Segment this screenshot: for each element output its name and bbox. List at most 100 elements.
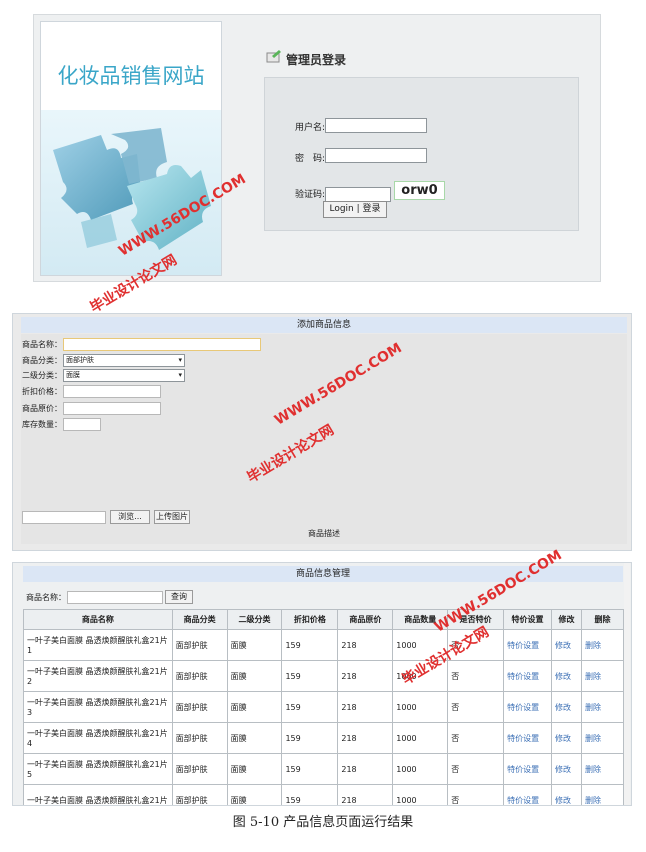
table-row: 一叶子美白面膜 晶透焕颜醒肤礼盒21片5 面部护肤 面膜 159 218 1000 否特价设… <box>23 753 625 785</box>
table-cell: 218 <box>337 722 394 754</box>
login-button[interactable]: Login | 登录 <box>323 201 387 218</box>
table-cell: 面部护肤 <box>171 660 228 692</box>
edit-link[interactable]: 修改 <box>551 784 582 805</box>
column-header: 商品名称 <box>23 609 173 630</box>
search-button[interactable]: 查询 <box>165 590 193 604</box>
category-value: 面部护肤 <box>66 356 94 364</box>
special-price-link[interactable]: 特价设置 <box>503 629 552 661</box>
table-row: 一叶子美白面膜 晶透焕颜醒肤礼盒21片3 面部护肤 面膜 159 218 1000 否特价设… <box>23 691 625 723</box>
description-label: 商品描述 <box>308 529 340 538</box>
table-cell: 面部护肤 <box>171 629 228 661</box>
search-input[interactable] <box>67 591 163 604</box>
delete-link[interactable]: 删除 <box>580 753 625 785</box>
subcategory-value: 面膜 <box>66 371 80 379</box>
captcha-input[interactable] <box>325 187 391 202</box>
edit-link[interactable]: 修改 <box>551 660 582 692</box>
chevron-down-icon: ▾ <box>178 356 182 364</box>
table-cell: 159 <box>281 784 339 805</box>
search-label: 商品名称： <box>26 593 66 602</box>
add-product-screenshot: 添加商品信息 商品名称： 商品分类： 面部护肤 ▾ 二级分类： 面膜 ▾ 折扣价… <box>12 313 632 551</box>
table-cell: 1000 <box>392 691 449 723</box>
category-select[interactable]: 面部护肤 ▾ <box>63 354 185 367</box>
table-cell: 面膜 <box>226 753 283 785</box>
table-cell: 面部护肤 <box>171 753 228 785</box>
file-path-input[interactable] <box>22 511 106 524</box>
table-cell: 159 <box>281 660 339 692</box>
column-header: 折扣价格 <box>281 609 339 630</box>
add-product-title: 添加商品信息 <box>21 317 627 333</box>
table-cell: 218 <box>337 660 394 692</box>
table-cell: 一叶子美白面膜 晶透焕颜醒肤礼盒21片4 <box>23 722 173 754</box>
subcategory-select[interactable]: 面膜 ▾ <box>63 369 185 382</box>
column-header: 商品数量 <box>392 609 449 630</box>
table-cell: 面膜 <box>226 629 283 661</box>
column-header: 商品分类 <box>171 609 228 630</box>
table-header: 商品名称 商品分类 二级分类 折扣价格 商品原价 商品数量 是否特价 特价设置 修改 删除 <box>23 609 625 630</box>
column-header: 修改 <box>551 609 582 630</box>
edit-link[interactable]: 修改 <box>551 753 582 785</box>
name-label: 商品名称： <box>22 340 62 349</box>
table-cell: 面部护肤 <box>171 784 228 805</box>
upload-button[interactable]: 上传图片 <box>154 510 190 524</box>
subcategory-label: 二级分类： <box>22 371 62 380</box>
table-body: 一叶子美白面膜 晶透焕颜醒肤礼盒21片1 面部护肤 面膜 159 218 1000 否特价设… <box>23 629 625 805</box>
column-header: 删除 <box>580 609 625 630</box>
table-cell: 1000 <box>392 660 449 692</box>
delete-link[interactable]: 删除 <box>580 691 625 723</box>
table-cell: 159 <box>281 629 339 661</box>
delete-link[interactable]: 删除 <box>580 722 625 754</box>
special-price-link[interactable]: 特价设置 <box>503 753 552 785</box>
table-cell: 面膜 <box>226 660 283 692</box>
delete-link[interactable]: 删除 <box>580 660 625 692</box>
table-cell: 面膜 <box>226 784 283 805</box>
site-title: 化妆品销售网站 <box>57 64 205 88</box>
table-cell: 159 <box>281 753 339 785</box>
discount-input[interactable] <box>63 385 161 398</box>
special-price-link[interactable]: 特价设置 <box>503 691 552 723</box>
table-cell: 218 <box>337 753 394 785</box>
table-cell: 否 <box>447 629 505 661</box>
stock-input[interactable] <box>63 418 101 431</box>
table-cell: 159 <box>281 722 339 754</box>
username-input[interactable] <box>325 118 427 133</box>
special-price-link[interactable]: 特价设置 <box>503 722 552 754</box>
delete-link[interactable]: 删除 <box>580 629 625 661</box>
table-cell: 否 <box>447 722 505 754</box>
price-input[interactable] <box>63 402 161 415</box>
table-cell: 否 <box>447 753 505 785</box>
table-cell: 否 <box>447 691 505 723</box>
special-price-link[interactable]: 特价设置 <box>503 784 552 805</box>
table-cell: 面膜 <box>226 722 283 754</box>
table-cell: 一叶子美白面膜 晶透焕颜醒肤礼盒21片2 <box>23 660 173 692</box>
stock-label: 库存数量： <box>22 420 62 429</box>
add-product-form: 商品名称： 商品分类： 面部护肤 ▾ 二级分类： 面膜 ▾ 折扣价格： 商品原价… <box>21 334 627 544</box>
captcha-image[interactable]: orw0 <box>394 181 445 200</box>
edit-link[interactable]: 修改 <box>551 691 582 723</box>
table-row: 一叶子美白面膜 晶透焕颜醒肤礼盒21片2 面部护肤 面膜 159 218 1000 否特价设… <box>23 660 625 692</box>
table-cell: 一叶子美白面膜 晶透焕颜醒肤礼盒21片 <box>23 784 173 805</box>
browse-button[interactable]: 浏览... <box>110 510 150 524</box>
username-label: 用户名: <box>294 123 325 133</box>
table-cell: 218 <box>337 784 394 805</box>
captcha-label: 验证码: <box>294 190 325 200</box>
table-cell: 1000 <box>392 629 449 661</box>
special-price-link[interactable]: 特价设置 <box>503 660 552 692</box>
chevron-down-icon: ▾ <box>178 371 182 379</box>
table-cell: 面膜 <box>226 691 283 723</box>
password-input[interactable] <box>325 148 427 163</box>
table-cell: 159 <box>281 691 339 723</box>
column-header: 二级分类 <box>226 609 283 630</box>
column-header: 商品原价 <box>337 609 394 630</box>
manage-products-screenshot: 商品信息管理 商品名称： 查询 商品名称 商品分类 二级分类 折扣价格 商品原价 商品数量… <box>12 562 632 806</box>
login-form: 用户名: 密 码: 验证码: orw0 Login | 登录 <box>264 77 579 231</box>
edit-link[interactable]: 修改 <box>551 722 582 754</box>
column-header: 特价设置 <box>503 609 552 630</box>
delete-link[interactable]: 删除 <box>580 784 625 805</box>
name-input[interactable] <box>63 338 261 351</box>
column-header: 是否特价 <box>447 609 505 630</box>
search-bar: 商品名称： 查询 <box>23 586 623 608</box>
scrollbar[interactable] <box>624 563 630 805</box>
edit-link[interactable]: 修改 <box>551 629 582 661</box>
table-cell: 一叶子美白面膜 晶透焕颜醒肤礼盒21片5 <box>23 753 173 785</box>
table-row: 一叶子美白面膜 晶透焕颜醒肤礼盒21片4 面部护肤 面膜 159 218 1000 否特价设… <box>23 722 625 754</box>
